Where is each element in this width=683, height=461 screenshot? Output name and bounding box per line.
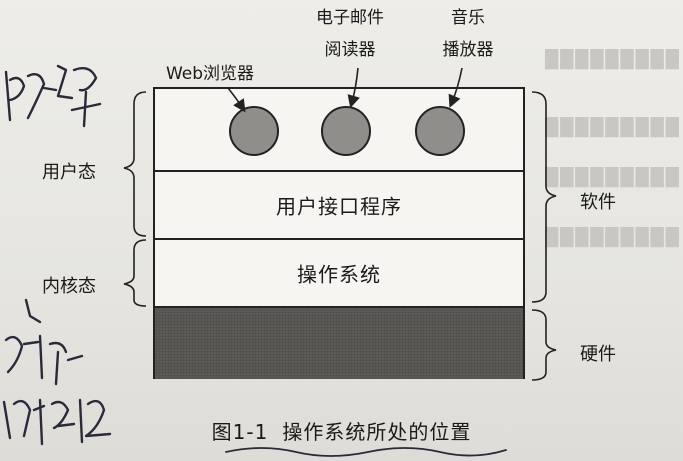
arrow-email-reader [347, 67, 360, 109]
brace-kernel-mode [123, 239, 147, 307]
arrow-music-player [448, 67, 463, 108]
diagram-strokes [2, 64, 557, 457]
figure-title: 操作系统所处的位置 [282, 420, 472, 444]
figure-caption: 图1-1 操作系统所处的位置 [0, 416, 683, 445]
arrow-web-browser [227, 87, 246, 113]
book-page: █████████ █████████ █████████ █████████ … [0, 0, 683, 461]
caption-underline-scribble [225, 447, 507, 457]
handwritten-annotations [2, 64, 112, 446]
brace-hardware [531, 309, 557, 381]
figure-number: 图1-1 [211, 420, 269, 444]
brace-user-mode [123, 91, 147, 237]
brace-software [531, 91, 557, 303]
